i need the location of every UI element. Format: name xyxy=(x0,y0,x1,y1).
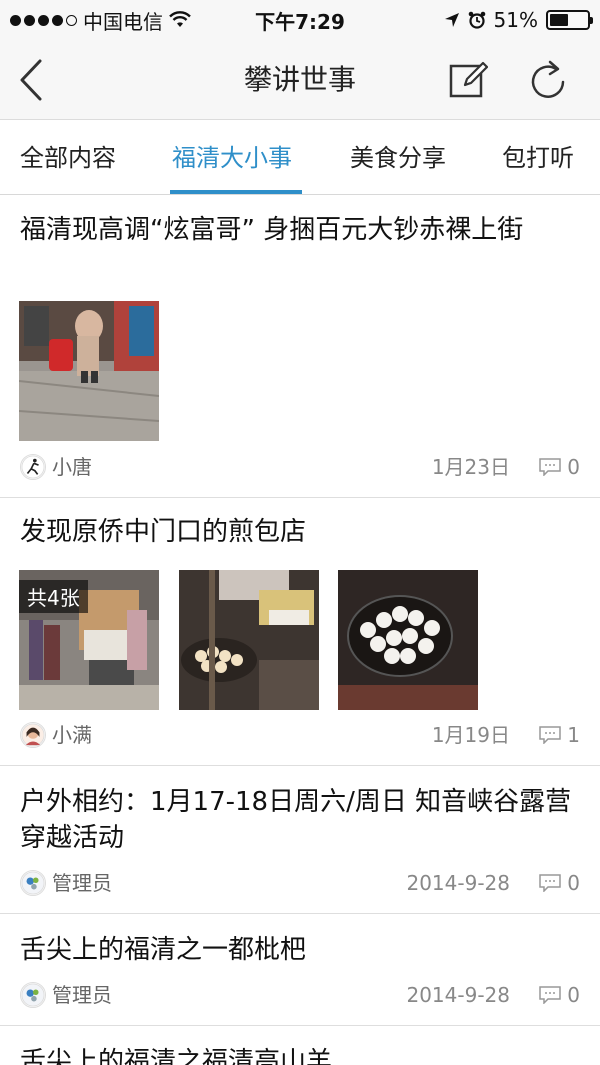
post-meta: 小满 1月19日 1 xyxy=(20,720,580,750)
author-name[interactable]: 管理员 xyxy=(52,868,112,898)
battery-fill xyxy=(550,14,569,26)
author-name[interactable]: 小唐 xyxy=(52,452,92,482)
comment-count[interactable]: 0 xyxy=(539,452,580,482)
post-date: 1月23日 xyxy=(431,455,510,479)
post-meta: 小唐 1月23日 0 xyxy=(20,452,580,482)
post-date: 2014-9-28 xyxy=(406,871,510,895)
avatar xyxy=(20,722,46,748)
tab-food-share[interactable]: 美食分享 xyxy=(350,121,446,194)
comment-icon xyxy=(539,874,562,892)
refresh-icon xyxy=(531,60,565,98)
compose-button[interactable] xyxy=(448,58,489,102)
nav-bar: 攀讲世事 xyxy=(0,40,600,120)
buns-cooking-photo-image xyxy=(179,570,319,710)
location-arrow-icon xyxy=(444,13,459,27)
post-title[interactable]: 发现原侨中门口的煎包店 xyxy=(20,514,580,550)
street-photo-image xyxy=(19,301,159,441)
photo-count-badge: 共4张 xyxy=(19,580,88,613)
pan-of-buns-photo-image xyxy=(338,570,478,710)
refresh-button[interactable] xyxy=(528,58,568,102)
page-title: 攀讲世事 xyxy=(243,63,356,96)
comment-count-value: 0 xyxy=(567,871,580,895)
comment-icon xyxy=(539,986,562,1004)
post-item[interactable]: 舌尖上的福清之一都枇杷 管理员 2014-9-28 0 xyxy=(0,914,600,1026)
comment-count[interactable]: 0 xyxy=(539,980,580,1010)
active-tab-indicator xyxy=(170,190,302,194)
post-item[interactable]: 舌尖上的福清之福清高山羊 xyxy=(0,1026,600,1065)
compose-icon xyxy=(449,61,489,98)
author-name[interactable]: 管理员 xyxy=(52,980,112,1010)
back-button[interactable] xyxy=(14,58,50,102)
post-date: 2014-9-28 xyxy=(406,983,510,1007)
comment-count-value: 1 xyxy=(567,723,580,747)
post-title[interactable]: 福清现高调“炫富哥” 身捆百元大钞赤裸上街 xyxy=(20,212,580,248)
post-photo[interactable] xyxy=(338,570,478,710)
status-right: 51% xyxy=(444,8,593,32)
post-item[interactable]: 户外相约：1月17-18日周六/周日 知音峡谷露营穿越活动 管理员 2014-9… xyxy=(0,766,600,914)
tab-all-content[interactable]: 全部内容 xyxy=(20,121,116,194)
comment-count-value: 0 xyxy=(567,455,580,479)
avatar xyxy=(20,982,46,1008)
author-name[interactable]: 小满 xyxy=(52,720,92,750)
avatar xyxy=(20,870,46,896)
tab-fuqing-news[interactable]: 福清大小事 xyxy=(172,121,292,194)
status-bar: 中国电信 下午7:29 51% xyxy=(0,0,600,40)
alarm-clock-icon xyxy=(468,11,485,29)
post-title[interactable]: 户外相约：1月17-18日周六/周日 知音峡谷露营穿越活动 xyxy=(20,784,580,856)
post-date: 1月19日 xyxy=(431,723,510,747)
comment-count-value: 0 xyxy=(567,983,580,1007)
post-item[interactable]: 福清现高调“炫富哥” 身捆百元大钞赤裸上街 小唐 1月23日 0 xyxy=(0,196,600,498)
post-title[interactable]: 舌尖上的福清之一都枇杷 xyxy=(20,932,580,968)
comment-count[interactable]: 0 xyxy=(539,868,580,898)
battery-icon xyxy=(546,10,593,30)
battery-percent: 51% xyxy=(493,8,538,32)
tab-ask-around[interactable]: 包打听 xyxy=(502,121,574,194)
comment-count[interactable]: 1 xyxy=(539,720,580,750)
post-photo[interactable] xyxy=(179,570,319,710)
post-photo[interactable]: 共4张 xyxy=(19,570,159,710)
post-title[interactable]: 舌尖上的福清之福清高山羊 xyxy=(20,1044,580,1065)
chevron-left-icon xyxy=(20,59,42,101)
post-meta: 管理员 2014-9-28 0 xyxy=(20,868,580,898)
avatar xyxy=(20,454,46,480)
post-item[interactable]: 发现原侨中门口的煎包店 共4张 小满 1月19日 1 xyxy=(0,498,600,766)
category-tabs: 全部内容 福清大小事 美食分享 包打听 xyxy=(0,121,600,195)
post-meta: 管理员 2014-9-28 0 xyxy=(20,980,580,1010)
comment-icon xyxy=(539,458,562,476)
comment-icon xyxy=(539,726,562,744)
post-photo[interactable] xyxy=(19,301,159,441)
